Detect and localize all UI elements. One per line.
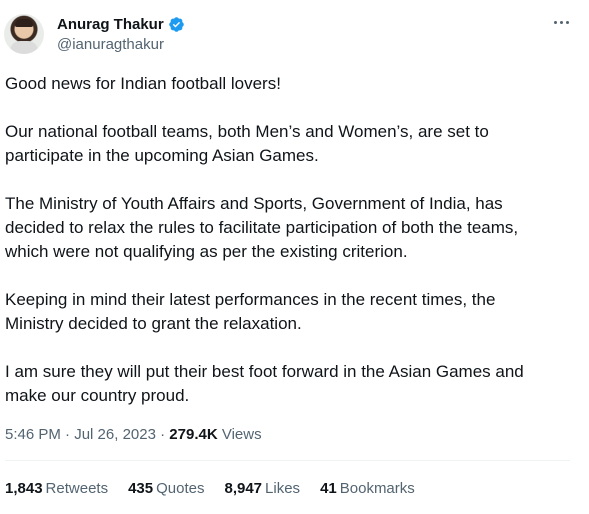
avatar-hair xyxy=(15,19,33,27)
tweet-stats: 1,843 Retweets 435 Quotes 8,947 Likes 41 Boo… xyxy=(5,480,435,497)
meta-separator: · xyxy=(65,426,71,443)
likes-label: Likes xyxy=(265,480,301,497)
likes-stat[interactable]: 8,947 Likes xyxy=(224,480,300,497)
bookmarks-label: Bookmarks xyxy=(339,480,415,497)
avatar[interactable] xyxy=(4,14,44,54)
retweets-count: 1,843 xyxy=(5,480,43,497)
bookmarks-stat[interactable]: 41 Bookmarks xyxy=(320,480,415,497)
avatar-shirt xyxy=(10,41,38,54)
likes-count: 8,947 xyxy=(224,480,263,497)
quotes-stat[interactable]: 435 Quotes xyxy=(128,480,204,497)
tweet-text: Good news for Indian football lovers! Ou… xyxy=(5,72,565,408)
more-options-icon[interactable] xyxy=(551,15,571,29)
views-count[interactable]: 279.4K xyxy=(169,426,217,443)
divider xyxy=(5,460,570,461)
tweet-paragraph: Good news for Indian football lovers! xyxy=(5,74,281,93)
tweet-paragraph: I am sure they will put their best foot … xyxy=(5,362,524,405)
display-name[interactable]: Anurag Thakur xyxy=(57,16,164,33)
retweets-stat[interactable]: 1,843 Retweets xyxy=(5,480,108,497)
tweet-meta: 5:46 PM · Jul 26, 2023 · 279.4K Views xyxy=(5,426,262,443)
views-label: Views xyxy=(221,426,262,443)
retweets-label: Retweets xyxy=(45,480,109,497)
quotes-count: 435 xyxy=(128,480,154,497)
tweet-header: Anurag Thakur @ianuragthakur xyxy=(0,0,589,70)
tweet-paragraph: The Ministry of Youth Affairs and Sports… xyxy=(5,194,519,261)
author-handle[interactable]: @ianuragthakur xyxy=(57,36,164,53)
tweet-paragraph: Keeping in mind their latest performance… xyxy=(5,290,496,333)
name-row: Anurag Thakur xyxy=(57,14,185,34)
quotes-label: Quotes xyxy=(156,480,205,497)
bookmarks-count: 41 xyxy=(320,480,337,497)
meta-separator: · xyxy=(160,426,166,443)
verified-badge-icon xyxy=(168,16,185,33)
tweet-date[interactable]: Jul 26, 2023 xyxy=(74,426,156,443)
tweet-time[interactable]: 5:46 PM xyxy=(5,426,61,443)
tweet-paragraph: Our national football teams, both Men’s … xyxy=(5,122,489,165)
